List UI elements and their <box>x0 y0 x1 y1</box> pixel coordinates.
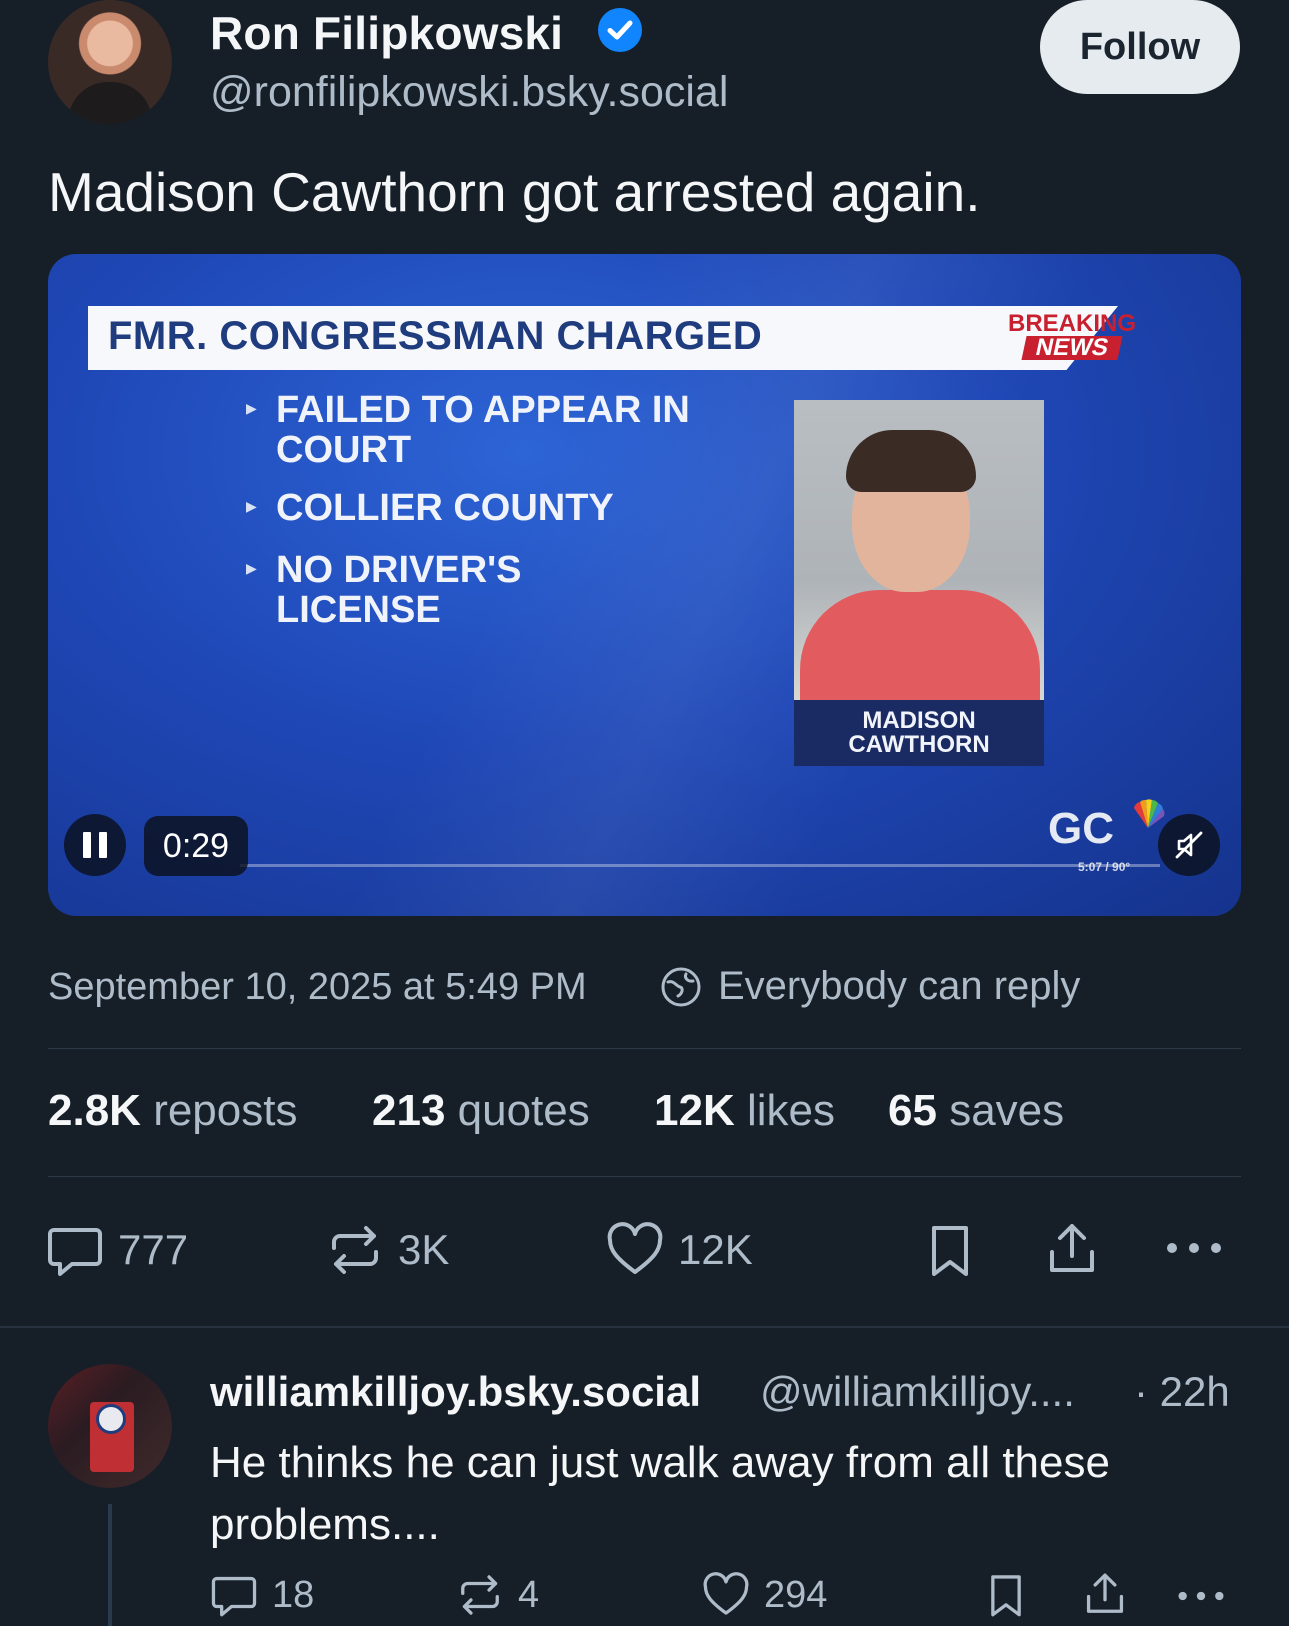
saves-label: saves <box>949 1086 1065 1135</box>
comment-icon <box>211 1576 257 1617</box>
video-elapsed-time: 0:29 <box>144 816 248 876</box>
likes-count: 12K <box>654 1086 735 1135</box>
breaking-line2: NEWS <box>1021 334 1123 361</box>
pause-button[interactable] <box>64 814 126 876</box>
reply-setting: Everybody can reply <box>718 964 1081 1008</box>
broadcast-time: 5:07 / 90° <box>1078 860 1131 874</box>
quotes-stat[interactable]: 213 quotes <box>372 1086 590 1136</box>
mugshot-photo <box>794 400 1044 700</box>
reply-author-handle[interactable]: @williamkilljoy.... <box>760 1368 1075 1416</box>
author-name[interactable]: Ron Filipkowski <box>210 6 563 60</box>
reply-like-count: 294 <box>764 1573 828 1616</box>
author-handle[interactable]: @ronfilipkowski.bsky.social <box>210 68 728 117</box>
mute-icon <box>1175 831 1203 859</box>
author-avatar[interactable] <box>48 0 172 124</box>
breaking-news-badge: BREAKING NEWS <box>1008 310 1137 362</box>
divider <box>48 1048 1241 1049</box>
reply-bookmark-button[interactable] <box>986 1572 1026 1618</box>
breaking-line1: BREAKING <box>1008 310 1137 337</box>
post-text: Madison Cawthorn got arrested again. <box>48 161 981 223</box>
bullet-1-line1: FAILED TO APPEAR IN <box>276 389 690 431</box>
quotes-count: 213 <box>372 1086 446 1135</box>
reposts-count: 2.8K <box>48 1086 141 1135</box>
likes-label: likes <box>746 1086 835 1135</box>
reposts-stat[interactable]: 2.8K reposts <box>48 1086 297 1136</box>
like-count: 12K <box>678 1226 753 1273</box>
repost-icon <box>461 1575 499 1615</box>
repost-icon <box>332 1226 378 1274</box>
comment-icon <box>48 1228 102 1276</box>
pause-icon <box>83 832 91 858</box>
share-icon <box>1050 1224 1094 1272</box>
follow-button[interactable]: Follow <box>1040 0 1240 94</box>
likes-stat[interactable]: 12K likes <box>654 1086 835 1136</box>
saves-count: 65 <box>888 1086 937 1135</box>
bullet-marker: ▶ <box>246 400 257 416</box>
share-button[interactable] <box>1044 1220 1100 1278</box>
bookmark-icon <box>991 1575 1021 1617</box>
reply-button[interactable]: 777 <box>46 1222 188 1278</box>
bullet-marker: ▶ <box>246 498 257 514</box>
globe-icon <box>661 967 701 1007</box>
quotes-label: quotes <box>457 1086 590 1135</box>
station-logo: GC <box>1048 804 1114 853</box>
reply-text: He thinks he can just walk away from all… <box>210 1438 1110 1549</box>
share-icon <box>1086 1573 1124 1613</box>
reply-repost-button[interactable]: 4 <box>456 1572 539 1618</box>
repost-count: 3K <box>398 1226 450 1273</box>
reply-repost-count: 4 <box>518 1573 540 1616</box>
post-timestamp[interactable]: September 10, 2025 at 5:49 PM <box>48 966 587 1009</box>
divider <box>48 1176 1241 1177</box>
more-button[interactable] <box>1164 1236 1224 1260</box>
reply-count: 777 <box>118 1226 189 1273</box>
bullet-2-line1: COLLIER COUNTY <box>276 487 614 529</box>
mugshot-nameplate: MADISON CAWTHORN <box>794 700 1044 766</box>
reply-reply-button[interactable]: 18 <box>210 1572 314 1618</box>
bullet-marker: ▶ <box>246 560 257 576</box>
more-icon <box>1178 1591 1224 1601</box>
nameplate-line1: MADISON <box>862 707 976 734</box>
repost-button[interactable]: 3K <box>326 1222 449 1278</box>
saves-stat[interactable]: 65 saves <box>888 1086 1064 1136</box>
bullet-3-line2: LICENSE <box>276 589 441 631</box>
bookmark-button[interactable] <box>926 1222 974 1278</box>
reply-more-button[interactable] <box>1176 1586 1226 1606</box>
news-banner-text: FMR. CONGRESSMAN CHARGED <box>108 314 763 358</box>
verified-badge-icon <box>598 8 642 52</box>
reposts-label: reposts <box>153 1086 298 1135</box>
bullet-1-line2: COURT <box>276 429 412 471</box>
video-progress-bar[interactable] <box>240 864 1160 867</box>
reply-author-name[interactable]: williamkilljoy.bsky.social <box>210 1368 701 1416</box>
heart-icon <box>703 1572 749 1615</box>
section-divider <box>0 1326 1289 1328</box>
reply-author-avatar[interactable] <box>48 1364 172 1488</box>
reply-share-button[interactable] <box>1082 1570 1128 1618</box>
bookmark-icon <box>932 1226 968 1276</box>
reply-reply-count: 18 <box>272 1573 315 1616</box>
heart-icon <box>607 1222 663 1274</box>
video-player[interactable]: FMR. CONGRESSMAN CHARGED BREAKING NEWS ▶… <box>48 254 1241 916</box>
more-icon <box>1167 1243 1221 1253</box>
reply-time[interactable]: · 22h <box>1134 1368 1230 1416</box>
reply-like-button[interactable]: 294 <box>702 1572 827 1618</box>
mute-button[interactable] <box>1158 814 1220 876</box>
like-button[interactable]: 12K <box>606 1222 753 1278</box>
bullet-3-line1: NO DRIVER'S <box>276 549 522 591</box>
nameplate-line2: CAWTHORN <box>848 731 990 758</box>
thread-line <box>108 1504 112 1626</box>
